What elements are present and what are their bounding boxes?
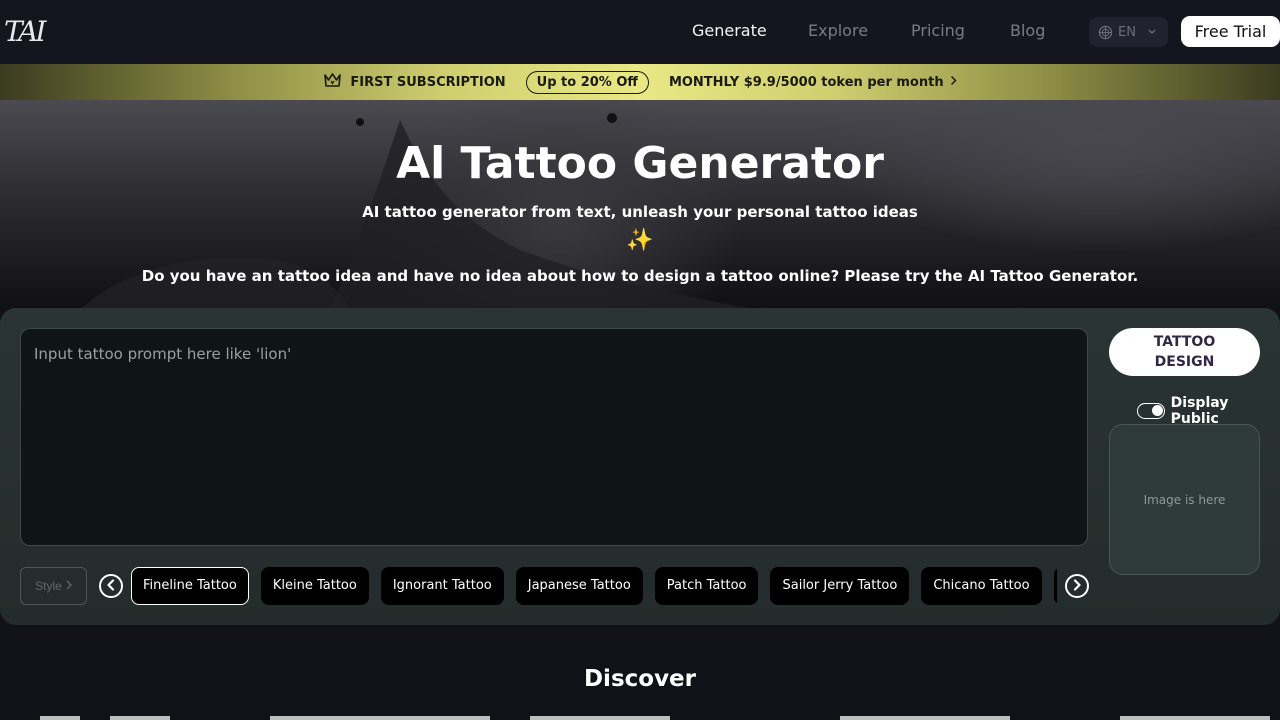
crown-icon bbox=[323, 72, 342, 92]
free-trial-button[interactable]: Free Trial bbox=[1181, 16, 1280, 47]
style-chip-list: Fineline Tattoo Kleine Tattoo Ignorant Tat… bbox=[131, 567, 1057, 605]
nav-link-blog[interactable]: Blog bbox=[1010, 21, 1045, 40]
style-label: Style bbox=[35, 579, 62, 593]
style-chip-fineline[interactable]: Fineline Tattoo bbox=[131, 567, 249, 605]
prompt-input[interactable] bbox=[20, 328, 1088, 546]
image-preview: Image is here bbox=[1109, 424, 1260, 575]
chevron-right-icon bbox=[66, 579, 72, 593]
style-chip-chicano[interactable]: Chicano Tattoo bbox=[921, 567, 1042, 605]
globe-icon bbox=[1098, 25, 1113, 40]
style-chip-japanese[interactable]: Japanese Tattoo bbox=[515, 567, 643, 605]
discount-badge: Up to 20% Off bbox=[525, 70, 649, 94]
nav-link-generate[interactable]: Generate bbox=[692, 21, 767, 40]
hero-section: Al Tattoo Generator AI tattoo generator … bbox=[0, 100, 1280, 310]
nav-link-explore[interactable]: Explore bbox=[808, 21, 868, 40]
chevron-left-icon bbox=[106, 578, 116, 594]
chevron-down-icon bbox=[1147, 28, 1157, 36]
language-selector[interactable]: EN bbox=[1089, 17, 1168, 47]
scroll-right-button[interactable] bbox=[1065, 574, 1089, 598]
display-public-label: Display Public bbox=[1170, 395, 1229, 427]
style-chip-kleine[interactable]: Kleine Tattoo bbox=[260, 567, 369, 605]
discover-gallery-preview bbox=[0, 716, 1280, 720]
style-chip-patch[interactable]: Patch Tattoo bbox=[654, 567, 759, 605]
language-label: EN bbox=[1118, 24, 1136, 40]
hero-subtitle: AI tattoo generator from text, unleash y… bbox=[362, 203, 918, 221]
nav-link-pricing[interactable]: Pricing bbox=[911, 21, 965, 40]
style-chip-anchor[interactable]: Anchor Tattoo bbox=[1053, 567, 1057, 605]
generator-panel: TATTOO DESIGN Display Public Image is he… bbox=[0, 308, 1280, 625]
style-chip-sailor-jerry[interactable]: Sailor Jerry Tattoo bbox=[770, 567, 910, 605]
chevron-right-icon bbox=[1072, 578, 1082, 594]
style-button[interactable]: Style bbox=[20, 567, 87, 605]
logo[interactable]: TAI bbox=[4, 12, 56, 52]
tattoo-design-button[interactable]: TATTOO DESIGN bbox=[1109, 328, 1260, 376]
promo-banner[interactable]: FIRST SUBSCRIPTION Up to 20% Off MONTHLY… bbox=[0, 64, 1280, 100]
scroll-left-button[interactable] bbox=[99, 574, 123, 598]
discover-heading: Discover bbox=[583, 666, 697, 692]
hero-description: Do you have an tattoo idea and have no i… bbox=[141, 267, 1139, 285]
style-chip-ignorant[interactable]: Ignorant Tattoo bbox=[380, 567, 504, 605]
sparkles-icon: ✨ bbox=[626, 228, 654, 253]
first-subscription-label: FIRST SUBSCRIPTION bbox=[350, 74, 506, 90]
top-nav: TAI Generate Explore Pricing Blog EN Fre… bbox=[0, 0, 1280, 64]
image-placeholder-text: Image is here bbox=[1143, 492, 1226, 507]
display-public-row: Display Public bbox=[1137, 395, 1280, 427]
chevron-right-icon bbox=[950, 75, 957, 90]
page-title: Al Tattoo Generator bbox=[396, 138, 884, 189]
display-public-toggle[interactable] bbox=[1137, 403, 1165, 419]
monthly-offer-label: MONTHLY $9.9/5000 token per month bbox=[668, 74, 944, 90]
